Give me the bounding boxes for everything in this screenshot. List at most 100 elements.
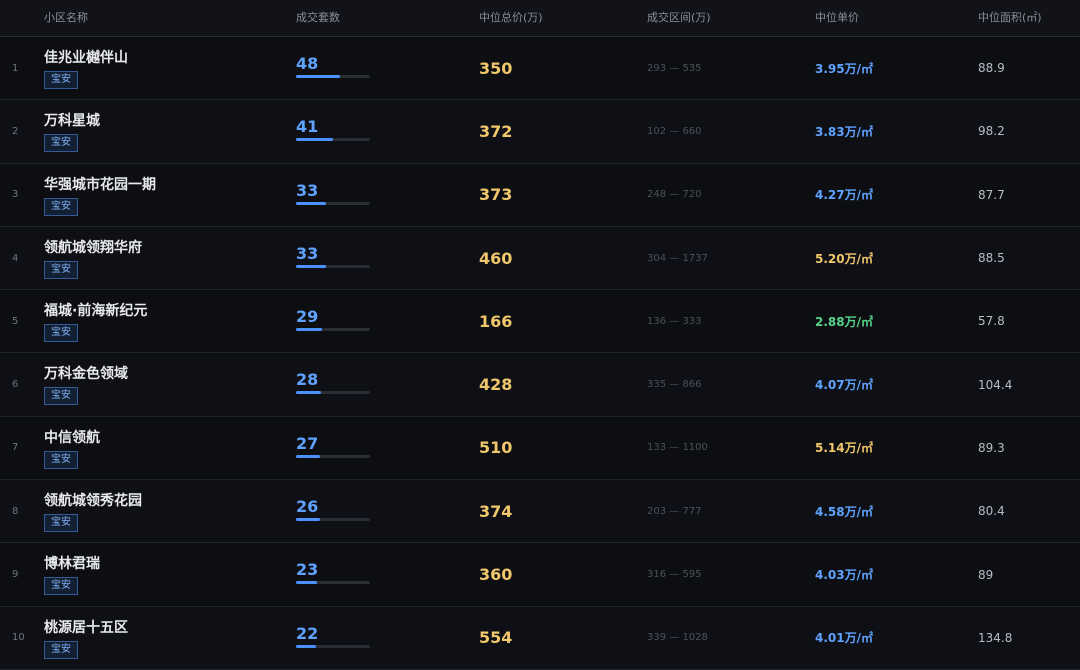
deal-count-bar-fill (296, 454, 321, 458)
community-name[interactable]: 中信领航 (44, 427, 100, 447)
table-row[interactable]: 10 桃源居十五区 宝安 22 554 339 — 1028 4.01万/㎡ 1… (0, 606, 1080, 670)
price-range: 316 — 595 (647, 569, 702, 581)
community-name[interactable]: 华强城市花园一期 (44, 174, 156, 194)
header-median-total[interactable]: 中位总价(万) (479, 0, 543, 36)
median-unit-price: 3.95万/㎡ (815, 61, 873, 76)
median-area: 57.8 (978, 314, 1005, 329)
table-header: 小区名称 成交套数 中位总价(万) 成交区间(万) 中位单价 中位面积(㎡) (0, 0, 1080, 37)
price-range: 293 — 535 (647, 62, 702, 74)
median-area: 134.8 (978, 630, 1013, 645)
table-row[interactable]: 6 万科金色领域 宝安 28 428 335 — 866 4.07万/㎡ 104… (0, 353, 1080, 417)
community-name[interactable]: 领航城领秀花园 (44, 490, 142, 510)
community-name[interactable]: 万科星城 (44, 110, 100, 130)
median-total-price: 554 (479, 628, 513, 648)
deal-count: 23 (296, 560, 319, 580)
district-tag: 宝安 (44, 577, 78, 596)
median-total-price: 166 (479, 311, 513, 331)
deal-count: 27 (296, 433, 319, 453)
deal-count-bar-fill (296, 581, 317, 585)
district-tag: 宝安 (44, 324, 78, 343)
deal-count: 33 (296, 180, 319, 200)
district-tag: 宝安 (44, 514, 78, 533)
community-name[interactable]: 领航城领翔华府 (44, 237, 142, 257)
community-name[interactable]: 桃源居十五区 (44, 617, 128, 637)
rank-number: 2 (12, 125, 19, 137)
table-body: 1 佳兆业樾伴山 宝安 48 350 293 — 535 3.95万/㎡ 88.… (0, 37, 1080, 670)
median-unit-price: 4.58万/㎡ (815, 504, 873, 519)
ranking-table: 小区名称 成交套数 中位总价(万) 成交区间(万) 中位单价 中位面积(㎡) 1… (0, 0, 1080, 670)
median-area: 89.3 (978, 440, 1005, 455)
median-area: 87.7 (978, 187, 1005, 202)
deal-count: 33 (296, 243, 319, 263)
price-range: 335 — 866 (647, 379, 702, 391)
median-total-price: 374 (479, 501, 513, 521)
median-total-price: 373 (479, 185, 513, 205)
median-unit-price: 4.27万/㎡ (815, 188, 873, 203)
rank-number: 5 (12, 315, 19, 327)
deal-count-bar-fill (296, 201, 326, 205)
deal-count: 29 (296, 307, 319, 327)
rank-number: 8 (12, 505, 19, 517)
header-median-unit[interactable]: 中位单价 (815, 0, 859, 36)
rank-number: 4 (12, 252, 19, 264)
median-total-price: 360 (479, 565, 513, 585)
deal-count-bar (296, 328, 370, 332)
median-area: 104.4 (978, 377, 1013, 392)
deal-count-bar (296, 581, 370, 585)
rank-number: 10 (12, 632, 25, 644)
deal-count-bar (296, 644, 370, 648)
district-tag: 宝安 (44, 450, 78, 469)
table-row[interactable]: 8 领航城领秀花园 宝安 26 374 203 — 777 4.58万/㎡ 80… (0, 480, 1080, 544)
deal-count-bar-fill (296, 264, 326, 268)
header-count[interactable]: 成交套数 (296, 0, 340, 36)
table-row[interactable]: 5 福城·前海新纪元 宝安 29 166 136 — 333 2.88万/㎡ 5… (0, 290, 1080, 354)
median-area: 88.5 (978, 251, 1005, 266)
deal-count: 41 (296, 117, 319, 137)
deal-count: 22 (296, 623, 319, 643)
price-range: 339 — 1028 (647, 632, 708, 644)
deal-count-bar (296, 454, 370, 458)
table-row[interactable]: 3 华强城市花园一期 宝安 33 373 248 — 720 4.27万/㎡ 8… (0, 163, 1080, 227)
header-median-area[interactable]: 中位面积(㎡) (978, 0, 1042, 36)
median-total-price: 428 (479, 375, 513, 395)
rank-number: 3 (12, 189, 19, 201)
community-name[interactable]: 福城·前海新纪元 (44, 300, 147, 320)
deal-count-bar-fill (296, 138, 333, 142)
deal-count-bar-fill (296, 644, 316, 648)
district-tag: 宝安 (44, 71, 78, 89)
district-tag: 宝安 (44, 260, 78, 279)
table-row[interactable]: 7 中信领航 宝安 27 510 133 — 1100 5.14万/㎡ 89.3 (0, 416, 1080, 481)
deal-count-bar (296, 518, 370, 522)
district-tag: 宝安 (44, 387, 78, 406)
table-row[interactable]: 1 佳兆业樾伴山 宝安 48 350 293 — 535 3.95万/㎡ 88.… (0, 37, 1080, 101)
median-unit-price: 4.01万/㎡ (815, 631, 873, 646)
median-total-price: 460 (479, 248, 513, 268)
deal-count-bar-fill (296, 328, 322, 332)
table-row[interactable]: 2 万科星城 宝安 41 372 102 — 660 3.83万/㎡ 98.2 (0, 100, 1080, 164)
median-unit-price: 4.07万/㎡ (815, 378, 873, 393)
community-name[interactable]: 博林君瑞 (44, 553, 100, 573)
deal-count-bar (296, 201, 370, 205)
header-name[interactable]: 小区名称 (44, 0, 88, 36)
median-total-price: 372 (479, 121, 513, 141)
deal-count-bar (296, 75, 370, 78)
rank-number: 9 (12, 569, 19, 581)
table-row[interactable]: 4 领航城领翔华府 宝安 33 460 304 — 1737 5.20万/㎡ 8… (0, 226, 1080, 291)
median-area: 88.9 (978, 61, 1005, 76)
header-range[interactable]: 成交区间(万) (647, 0, 711, 36)
table-row[interactable]: 9 博林君瑞 宝安 23 360 316 — 595 4.03万/㎡ 89 (0, 543, 1080, 607)
price-range: 248 — 720 (647, 189, 702, 201)
deal-count-bar-fill (296, 75, 341, 78)
community-name[interactable]: 佳兆业樾伴山 (44, 47, 128, 67)
community-name[interactable]: 万科金色领域 (44, 363, 128, 383)
deal-count-bar (296, 264, 370, 268)
price-range: 304 — 1737 (647, 252, 708, 264)
price-range: 133 — 1100 (647, 442, 708, 454)
median-unit-price: 5.14万/㎡ (815, 441, 873, 456)
deal-count: 26 (296, 497, 319, 517)
deal-count-bar-fill (296, 518, 320, 522)
deal-count-bar (296, 391, 370, 395)
deal-count: 28 (296, 370, 319, 390)
median-unit-price: 5.20万/㎡ (815, 251, 873, 266)
rank-number: 7 (12, 442, 19, 454)
